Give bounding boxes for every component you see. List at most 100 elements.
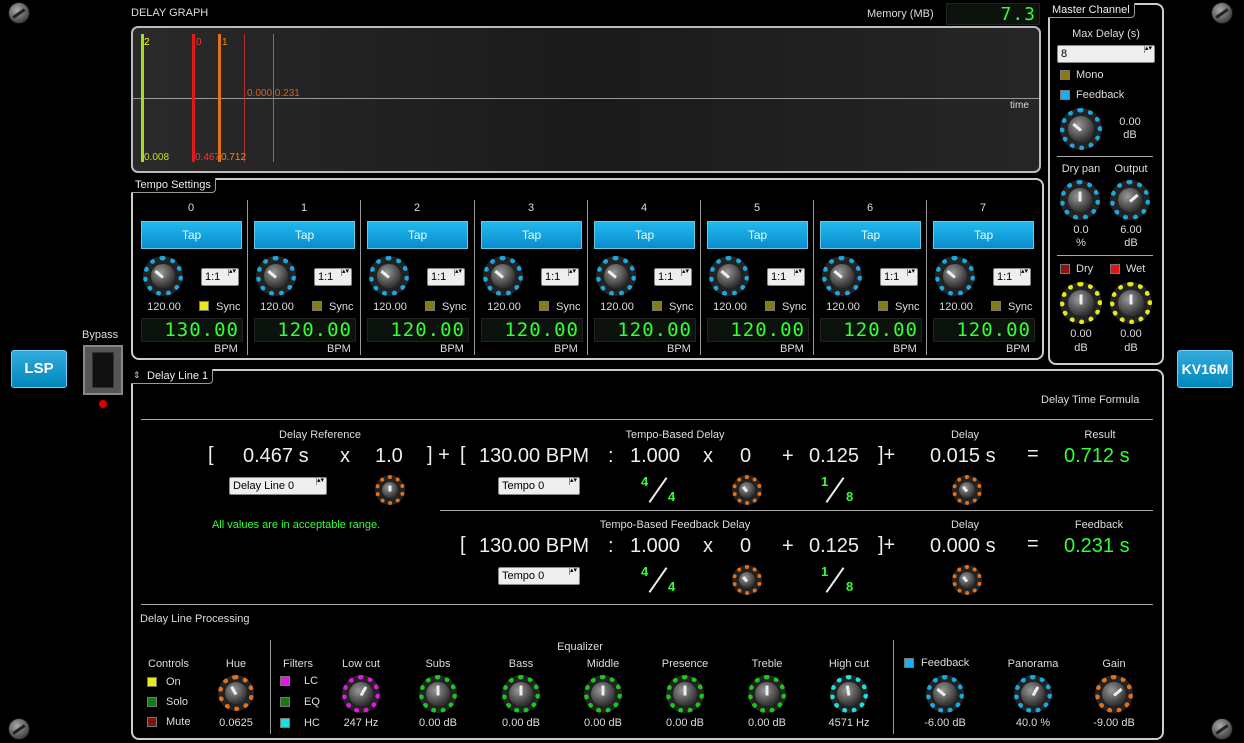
gain-knob[interactable] bbox=[1095, 675, 1133, 713]
sync-toggle[interactable] bbox=[539, 301, 549, 311]
bracket: ]+ bbox=[878, 534, 896, 556]
tempo-mult-knob[interactable] bbox=[732, 475, 762, 505]
tap-button[interactable]: Tap bbox=[594, 221, 695, 249]
ratio-select[interactable]: 1:1 bbox=[314, 268, 352, 286]
delay-line-selector[interactable]: Delay Line 1 bbox=[131, 369, 214, 384]
numerator[interactable]: 1 bbox=[821, 474, 828, 489]
tempo-select[interactable]: Tempo 0 bbox=[498, 477, 580, 495]
multiplier-knob[interactable] bbox=[375, 475, 405, 505]
dry-knob[interactable] bbox=[1060, 282, 1102, 324]
wet-toggle[interactable] bbox=[1110, 264, 1120, 274]
denominator[interactable]: 8 bbox=[846, 489, 853, 504]
fb-add-value[interactable]: 0.125 bbox=[809, 535, 859, 558]
fb-fraction-value[interactable]: 1.000 bbox=[630, 535, 680, 558]
bypass-switch[interactable] bbox=[83, 345, 123, 395]
delay-knob[interactable] bbox=[952, 475, 982, 505]
lowcut-knob[interactable] bbox=[342, 675, 380, 713]
wet-label: Wet bbox=[1126, 263, 1146, 275]
sync-toggle[interactable] bbox=[425, 301, 435, 311]
sync-toggle[interactable] bbox=[765, 301, 775, 311]
feedback-toggle[interactable] bbox=[904, 658, 914, 668]
delay-ref-value[interactable]: 0.467 s bbox=[243, 445, 309, 468]
treble-knob[interactable] bbox=[748, 675, 786, 713]
sync-label: Sync bbox=[442, 301, 467, 313]
multiplier-value[interactable]: 1.0 bbox=[375, 445, 403, 468]
tempo-knob[interactable] bbox=[369, 256, 409, 296]
reference-select[interactable]: Delay Line 0 bbox=[229, 477, 327, 495]
max-delay-select[interactable]: 8 bbox=[1057, 45, 1155, 63]
presence-knob[interactable] bbox=[666, 675, 704, 713]
numerator[interactable]: 4 bbox=[641, 564, 648, 579]
add-value[interactable]: 0.125 bbox=[809, 445, 859, 468]
tempo-knob[interactable] bbox=[935, 256, 975, 296]
hue-knob[interactable] bbox=[218, 675, 254, 711]
fb-delay-knob[interactable] bbox=[952, 565, 982, 595]
tap-button[interactable]: Tap bbox=[254, 221, 355, 249]
tap-button[interactable]: Tap bbox=[367, 221, 468, 249]
output-knob[interactable] bbox=[1110, 180, 1150, 220]
sync-label: Sync bbox=[329, 301, 354, 313]
panorama-knob[interactable] bbox=[1014, 675, 1052, 713]
denominator[interactable]: 4 bbox=[668, 579, 675, 594]
tempo-knob[interactable] bbox=[596, 256, 636, 296]
ratio-select[interactable]: 1:1 bbox=[541, 268, 579, 286]
delay-value[interactable]: 0.015 s bbox=[930, 445, 996, 468]
tempo-knob[interactable] bbox=[709, 256, 749, 296]
sync-toggle[interactable] bbox=[991, 301, 1001, 311]
middle-knob[interactable] bbox=[584, 675, 622, 713]
solo-toggle[interactable] bbox=[147, 697, 157, 707]
bypass-led-icon bbox=[99, 400, 107, 408]
kv16m-button[interactable]: KV16M bbox=[1177, 350, 1233, 388]
tap-button[interactable]: Tap bbox=[933, 221, 1034, 249]
fraction-value[interactable]: 1.000 bbox=[630, 445, 680, 468]
tempo-knob[interactable] bbox=[483, 256, 523, 296]
master-feedback-knob[interactable] bbox=[1060, 108, 1102, 150]
fb-mult-value[interactable]: 0 bbox=[740, 535, 751, 558]
highcut-knob[interactable] bbox=[830, 675, 868, 713]
tempo-knob[interactable] bbox=[143, 256, 183, 296]
ratio-select[interactable]: 1:1 bbox=[993, 268, 1031, 286]
wet-knob[interactable] bbox=[1110, 282, 1152, 324]
feedback-knob[interactable] bbox=[926, 675, 964, 713]
ratio-select[interactable]: 1:1 bbox=[201, 268, 239, 286]
sync-toggle[interactable] bbox=[652, 301, 662, 311]
fb-delay-value[interactable]: 0.000 s bbox=[930, 535, 996, 558]
sync-toggle[interactable] bbox=[199, 301, 209, 311]
tempo-knob[interactable] bbox=[256, 256, 296, 296]
tap-button[interactable]: Tap bbox=[820, 221, 921, 249]
denominator[interactable]: 8 bbox=[846, 579, 853, 594]
lsp-button[interactable]: LSP bbox=[11, 350, 67, 388]
sync-toggle[interactable] bbox=[312, 301, 322, 311]
mono-toggle[interactable] bbox=[1060, 70, 1070, 80]
sync-toggle[interactable] bbox=[878, 301, 888, 311]
treble-value: 0.00 dB bbox=[748, 717, 786, 729]
ratio-select[interactable]: 1:1 bbox=[767, 268, 805, 286]
eq-toggle[interactable] bbox=[280, 697, 290, 707]
ratio-select[interactable]: 1:1 bbox=[427, 268, 465, 286]
ratio-select[interactable]: 1:1 bbox=[654, 268, 692, 286]
tempo-knob[interactable] bbox=[822, 256, 862, 296]
selector-arrows-icon[interactable]: ⇕ bbox=[133, 370, 141, 381]
dry-toggle[interactable] bbox=[1060, 264, 1070, 274]
bass-knob[interactable] bbox=[502, 675, 540, 713]
tap-button[interactable]: Tap bbox=[141, 221, 242, 249]
drypan-knob[interactable] bbox=[1060, 180, 1100, 220]
hc-toggle[interactable] bbox=[280, 718, 290, 728]
delay-graph[interactable]: time 2 0 1 0.000 0.231 0.008 0.467 0.712 bbox=[131, 26, 1041, 173]
numerator[interactable]: 1 bbox=[821, 564, 828, 579]
on-toggle[interactable] bbox=[147, 677, 157, 687]
denominator[interactable]: 4 bbox=[668, 489, 675, 504]
drypan-label: Dry pan bbox=[1061, 163, 1101, 175]
lc-toggle[interactable] bbox=[280, 676, 290, 686]
tempo-mult-value[interactable]: 0 bbox=[740, 445, 751, 468]
master-channel-title: Master Channel bbox=[1048, 3, 1135, 18]
subs-knob[interactable] bbox=[419, 675, 457, 713]
mute-toggle[interactable] bbox=[147, 717, 157, 727]
tap-button[interactable]: Tap bbox=[707, 221, 808, 249]
ratio-select[interactable]: 1:1 bbox=[880, 268, 918, 286]
fb-mult-knob[interactable] bbox=[732, 565, 762, 595]
numerator[interactable]: 4 bbox=[641, 474, 648, 489]
tap-button[interactable]: Tap bbox=[481, 221, 582, 249]
feedback-toggle[interactable] bbox=[1060, 90, 1070, 100]
fb-tempo-select[interactable]: Tempo 0 bbox=[498, 567, 580, 585]
